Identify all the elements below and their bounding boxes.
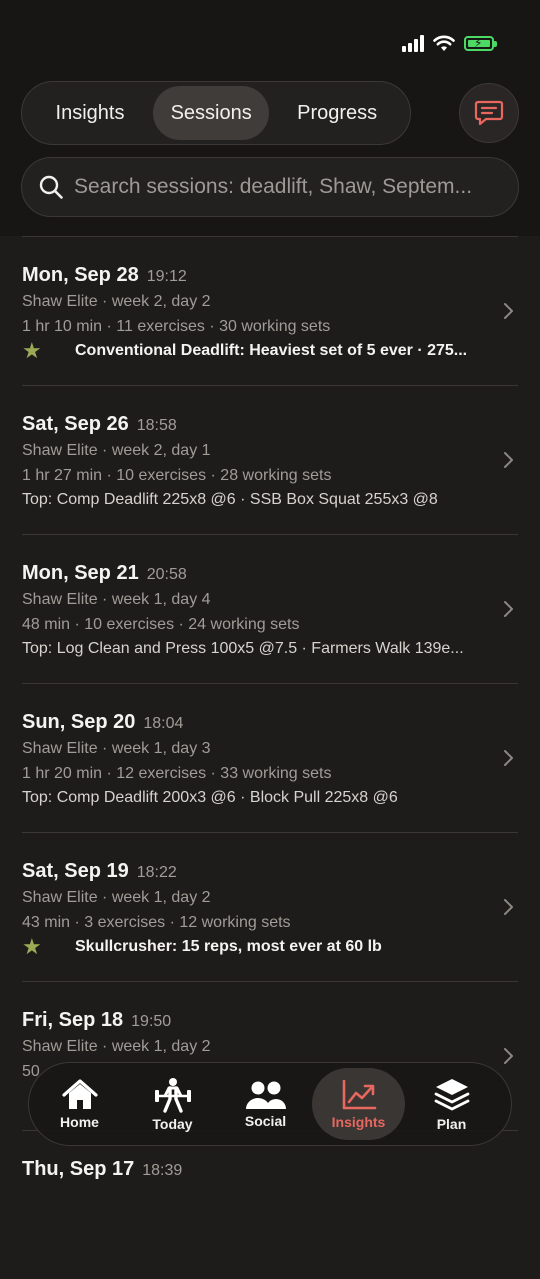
session-time: 18:04 [143,715,184,732]
session-time: 19:12 [146,268,187,285]
session-row[interactable]: Sat, Sep 26 18:58 Shaw Elite · week 2, day… [22,385,518,534]
view-switcher: Insights Sessions Progress [21,81,411,145]
session-date: Thu, Sep 17 18:39 [22,1158,182,1181]
tab-insights-label: Insights [331,1113,386,1130]
session-row[interactable]: Sun, Sep 20 18:04 Shaw Elite · week 1, day… [22,683,518,832]
feedback-button[interactable] [459,83,519,143]
personal-record-text: Skullcrusher: 15 reps, most ever at 60 l… [75,938,382,955]
tab-social-label: Social [244,1112,287,1129]
session-plan: Shaw Elite · week 1, day 2 [22,1038,211,1055]
tab-today[interactable]: Today [126,1068,219,1140]
session-date-text: Sat, Sep 26 [22,413,129,435]
session-row[interactable]: Mon, Sep 21 20:58 Shaw Elite · week 1, day… [22,534,518,683]
trend-chart-icon [342,1079,376,1109]
session-stats: 1 hr 27 min · 10 exercises · 28 working … [22,467,332,484]
star-icon: ★ [22,934,42,959]
session-time: 18:39 [142,1162,183,1179]
chevron-right-icon [504,1048,513,1064]
session-time: 19:50 [131,1013,172,1030]
session-date: Fri, Sep 18 19:50 [22,1009,171,1032]
layers-icon [434,1078,469,1110]
personal-record-text: Conventional Deadlift: Heaviest set of 5… [75,342,468,359]
people-icon [245,1081,286,1109]
session-row[interactable]: Mon, Sep 28 19:12 Shaw Elite · week 2, day… [22,236,518,385]
tab-insights[interactable]: Insights [312,1068,405,1140]
status-bar: ⚡ [402,34,497,52]
session-plan: Shaw Elite · week 2, day 1 [22,442,211,459]
session-date-text: Fri, Sep 18 [22,1009,124,1031]
battery-charging-icon: ⚡ [464,35,497,51]
session-date: Mon, Sep 21 20:58 [22,562,187,585]
weightlifter-icon [154,1077,191,1113]
session-time: 20:58 [146,566,187,583]
session-date: Sat, Sep 19 18:22 [22,860,177,883]
session-stats: 1 hr 20 min · 12 exercises · 33 working … [22,765,332,782]
chat-bubble-icon [474,100,504,126]
house-icon [61,1078,98,1109]
chevron-right-icon [504,601,513,617]
tab-home-label: Home [60,1113,99,1130]
session-plan: Shaw Elite · week 1, day 3 [22,740,211,757]
personal-record: ★ Skullcrusher: 15 reps, most ever at 60 … [22,936,492,958]
session-date-text: Sun, Sep 20 [22,711,136,733]
star-icon: ★ [22,338,42,363]
chevron-right-icon [504,750,513,766]
session-time: 18:22 [136,864,177,881]
segment-progress[interactable]: Progress [269,86,405,140]
session-date-text: Mon, Sep 21 [22,562,139,584]
session-top-sets: Top: Log Clean and Press 100x5 @7.5 · Fa… [22,640,464,657]
segment-sessions[interactable]: Sessions [153,86,270,140]
tab-bar: Home Today Social Insights Plan [28,1062,512,1146]
session-stats: 43 min · 3 exercises · 12 working sets [22,914,291,931]
wifi-icon [433,35,455,51]
tab-plan[interactable]: Plan [405,1068,498,1140]
session-date-text: Mon, Sep 28 [22,264,139,286]
session-plan: Shaw Elite · week 1, day 2 [22,889,211,906]
search-icon [39,175,63,199]
session-row[interactable]: Sat, Sep 19 18:22 Shaw Elite · week 1, day… [22,832,518,981]
session-top-sets: Top: Comp Deadlift 200x3 @6 · Block Pull… [22,789,398,806]
chevron-right-icon [504,899,513,915]
cellular-signal-icon [402,34,424,52]
header: ⚡ Insights Sessions Progress [0,0,540,236]
session-date: Mon, Sep 28 19:12 [22,264,187,287]
search-bar [21,157,519,217]
session-date-text: Thu, Sep 17 [22,1158,135,1180]
tab-plan-label: Plan [436,1115,467,1132]
chevron-right-icon [504,303,513,319]
tab-home[interactable]: Home [33,1068,126,1140]
session-plan: Shaw Elite · week 1, day 4 [22,591,211,608]
personal-record: ★ Conventional Deadlift: Heaviest set of … [22,340,492,362]
session-time: 18:58 [136,417,177,434]
session-top-sets: Top: Comp Deadlift 225x8 @6 · SSB Box Sq… [22,491,438,508]
session-row[interactable]: Thu, Sep 17 18:39 [22,1130,518,1279]
session-stats: 48 min · 10 exercises · 24 working sets [22,616,300,633]
session-date: Sun, Sep 20 18:04 [22,711,183,734]
segment-insights[interactable]: Insights [27,86,153,140]
session-stats: 1 hr 10 min · 11 exercises · 30 working … [22,318,331,335]
search-input[interactable] [74,175,504,199]
tab-today-label: Today [152,1115,193,1132]
session-date: Sat, Sep 26 18:58 [22,413,177,436]
session-date-text: Sat, Sep 19 [22,860,129,882]
session-plan: Shaw Elite · week 2, day 2 [22,293,211,310]
tab-social[interactable]: Social [219,1068,312,1140]
chevron-right-icon [504,452,513,468]
